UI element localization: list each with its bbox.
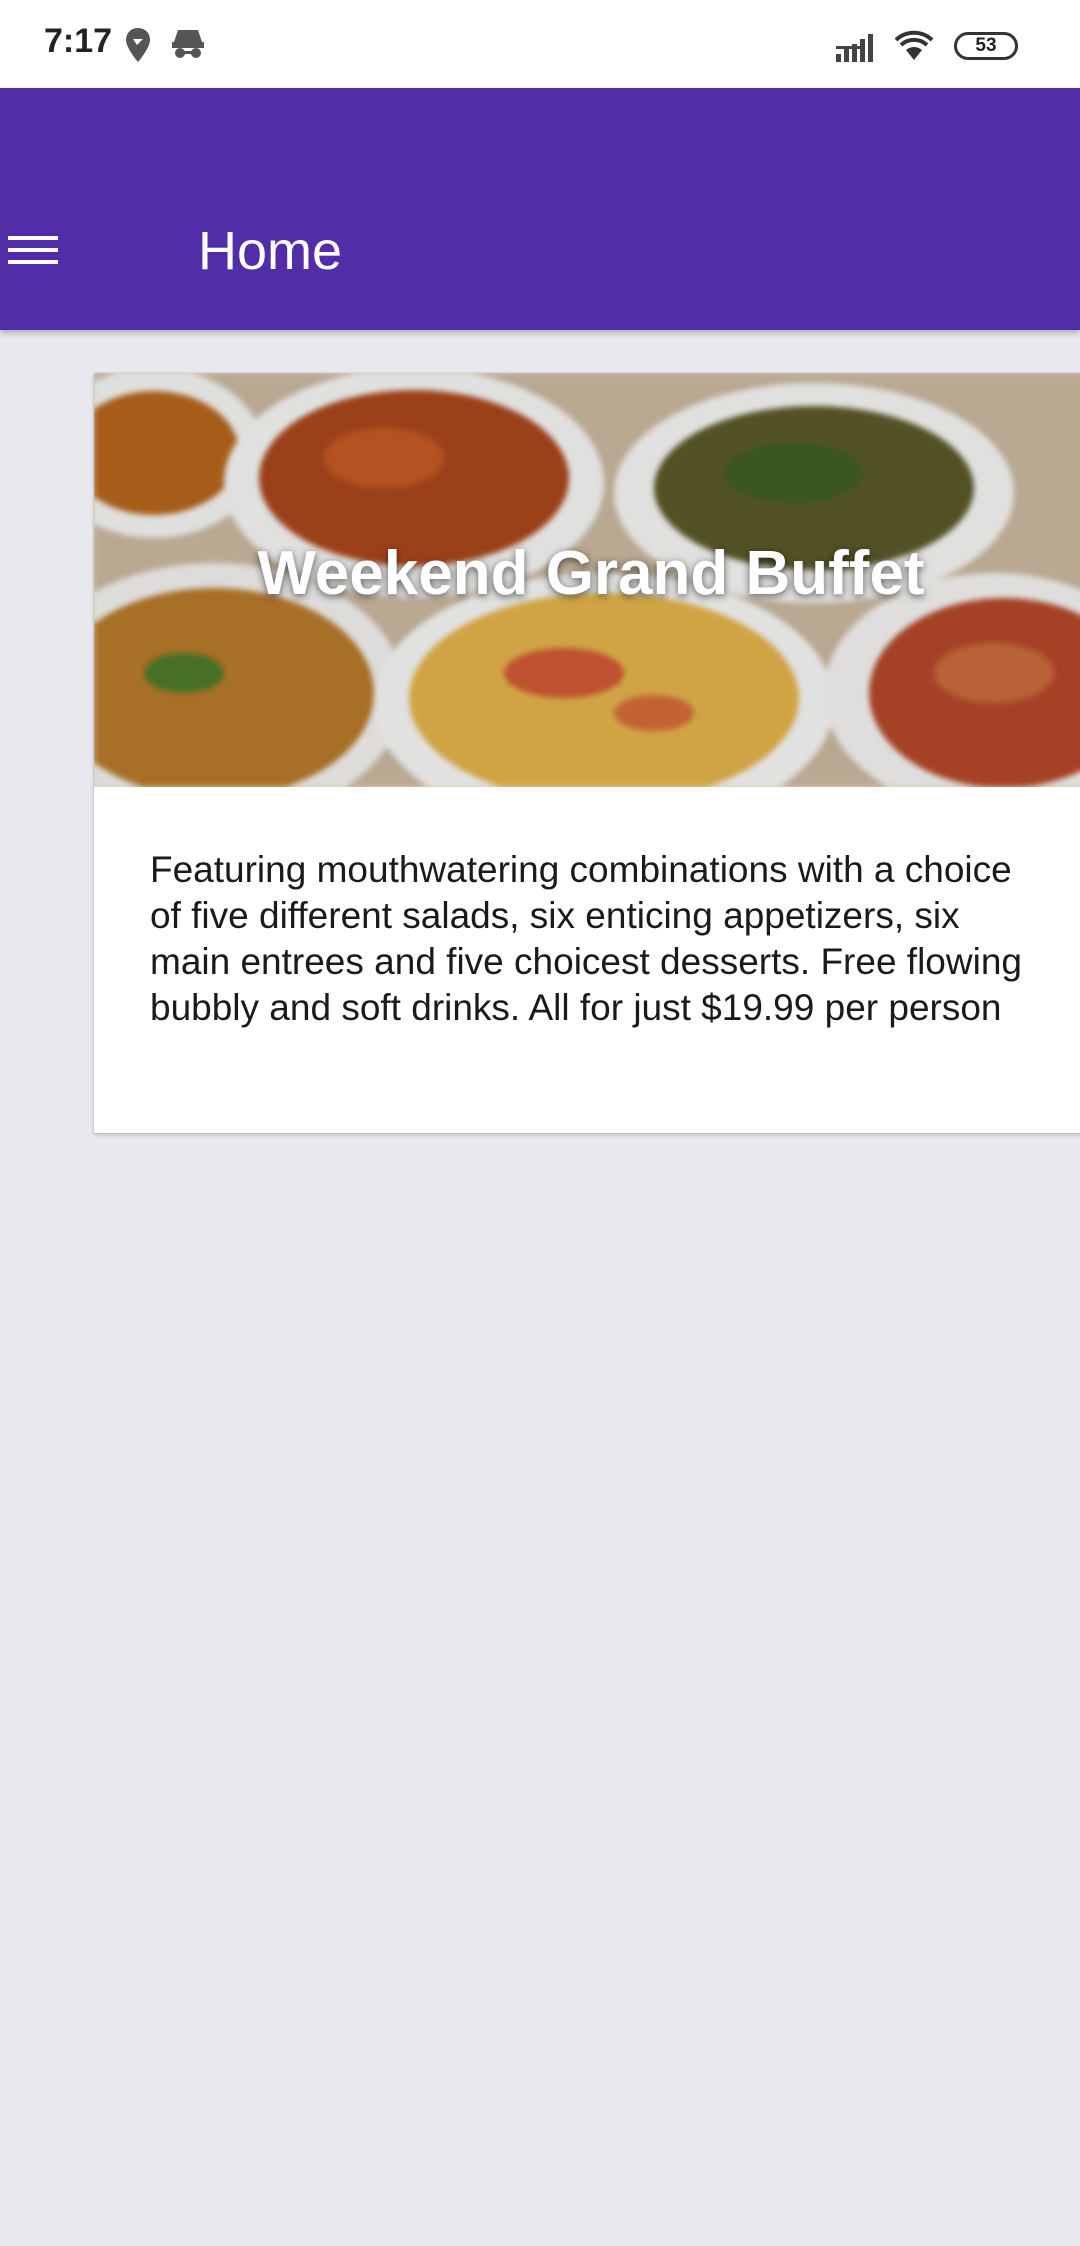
app-bar: Home (0, 88, 1080, 330)
wifi-icon (892, 28, 936, 67)
incognito-icon (170, 26, 206, 67)
battery-icon: 53 (954, 32, 1018, 60)
page-title: Home (198, 221, 343, 281)
buffet-hero-image: Weekend Grand Buffet (94, 373, 1080, 787)
status-bar: 7:17 53 (0, 0, 1080, 88)
hamburger-menu-icon[interactable] (0, 218, 64, 282)
location-icon (124, 26, 152, 69)
status-time: 7:17 (44, 22, 113, 60)
card-title: Weekend Grand Buffet (257, 539, 925, 608)
buffet-card[interactable]: Weekend Grand Buffet Featuring mouthwate… (94, 373, 1080, 1133)
card-description: Featuring mouthwatering combinations wit… (150, 849, 1022, 1028)
signal-icon (836, 30, 880, 69)
